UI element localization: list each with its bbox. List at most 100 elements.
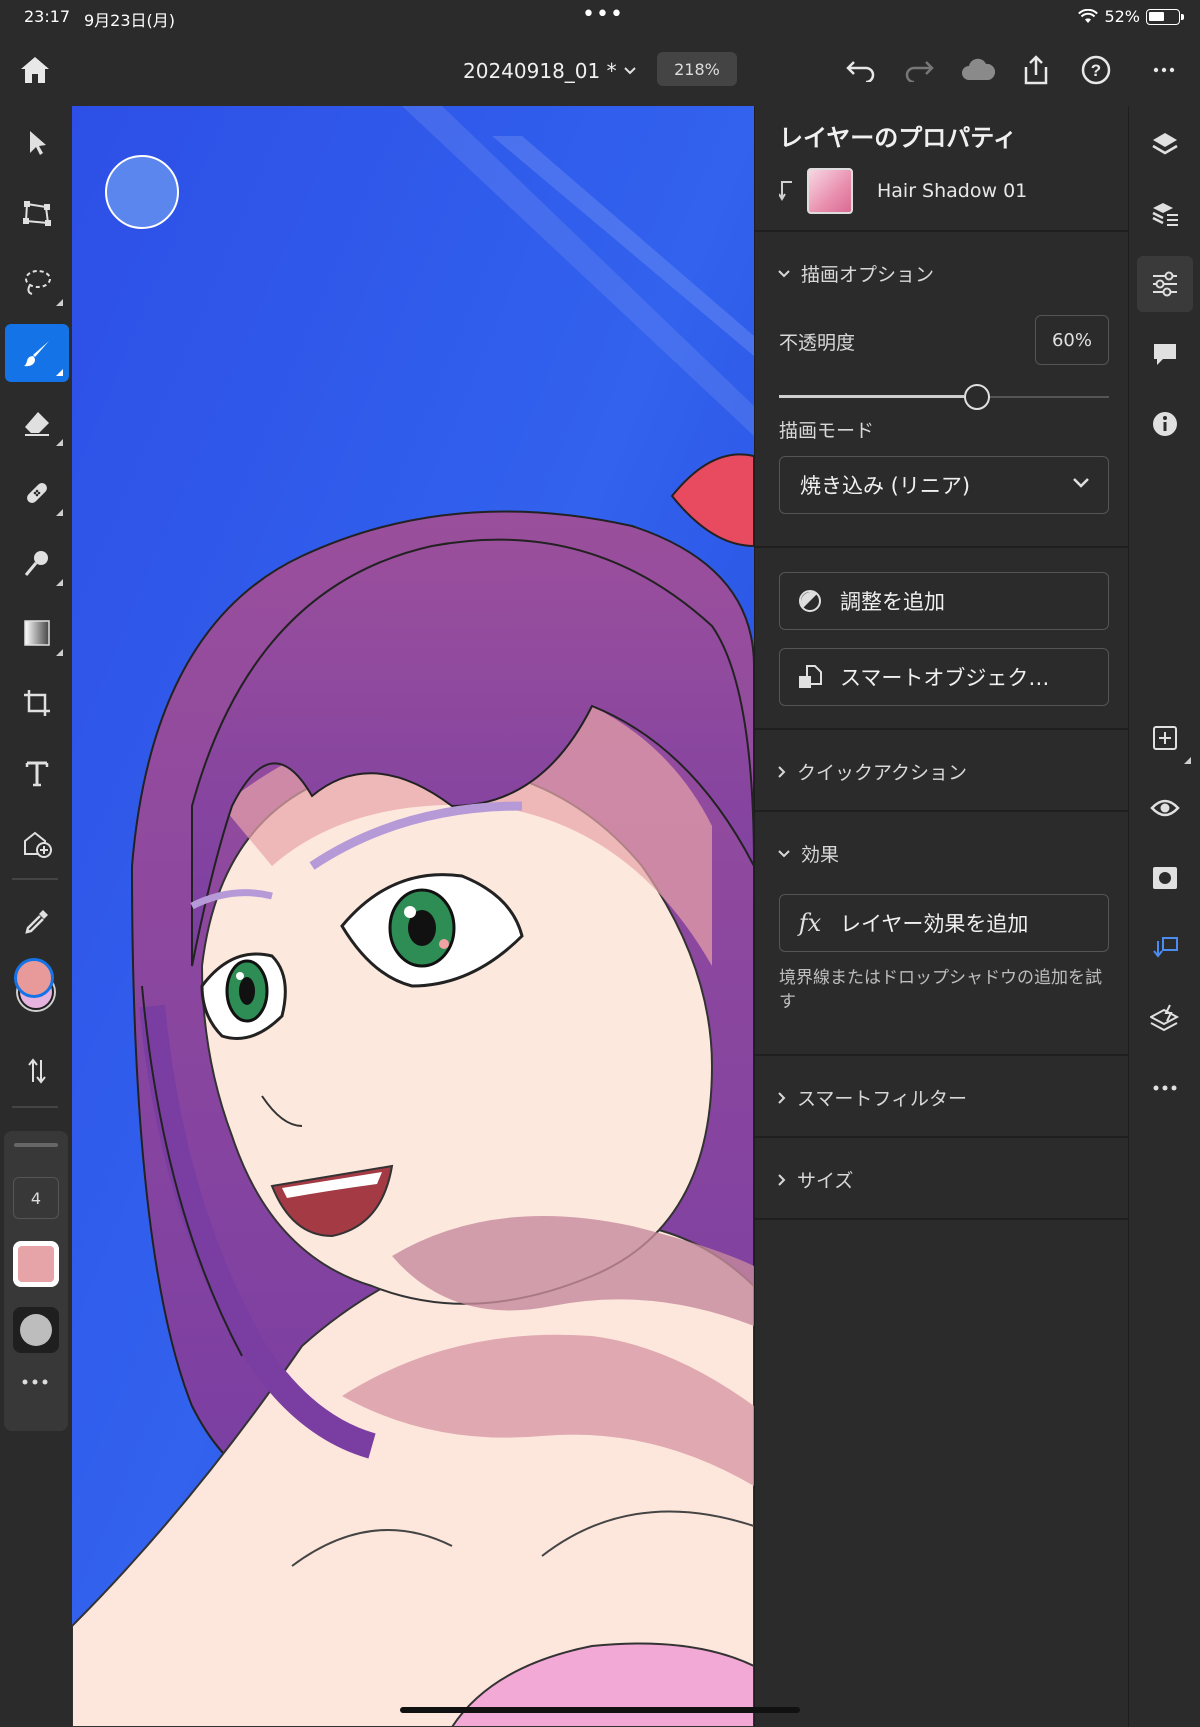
svg-text:?: ? xyxy=(1091,61,1101,80)
place-image-tool[interactable] xyxy=(5,814,69,872)
blend-mode-label: 描画モード xyxy=(779,420,875,442)
draw-options-label: 描画オプション xyxy=(801,264,935,286)
properties-button[interactable] xyxy=(1137,256,1193,312)
comment-icon xyxy=(1154,344,1176,365)
clipping-mask-icon xyxy=(1153,937,1178,958)
wifi-icon xyxy=(1078,8,1099,23)
adjustment-icon xyxy=(799,590,821,612)
slider-knob[interactable] xyxy=(964,384,990,410)
swap-colors-button[interactable] xyxy=(5,1042,69,1100)
mask-icon xyxy=(1153,867,1177,889)
opacity-label: 不透明度 xyxy=(779,332,856,354)
help-icon[interactable]: ? xyxy=(1076,50,1116,90)
zoom-level[interactable]: 218% xyxy=(657,52,737,86)
chevron-down-icon xyxy=(778,269,790,277)
foreground-color-swatch[interactable] xyxy=(14,958,54,998)
layer-lightning-icon xyxy=(1150,1004,1180,1032)
crop-tool[interactable] xyxy=(5,674,69,732)
document-title-text: 20240918_01 * xyxy=(463,59,617,83)
add-layer-effect-label: レイヤー効果を追加 xyxy=(840,912,1029,936)
cloud-icon[interactable] xyxy=(958,50,998,90)
quick-actions-header[interactable]: クイックアクション xyxy=(777,758,967,785)
effects-header[interactable]: 効果 xyxy=(777,840,839,867)
info-button[interactable] xyxy=(1137,396,1193,452)
info-icon xyxy=(1153,412,1177,436)
quick-export-button[interactable] xyxy=(1137,990,1193,1046)
smart-object-icon xyxy=(799,665,822,688)
redo-icon[interactable] xyxy=(899,50,939,90)
panel-divider xyxy=(755,230,1129,232)
panel-divider xyxy=(755,546,1129,548)
lasso-tool[interactable] xyxy=(5,254,69,312)
blend-mode-value: 焼き込み (リニア) xyxy=(800,474,971,498)
home-icon[interactable] xyxy=(15,50,55,90)
submenu-indicator xyxy=(56,299,63,306)
add-layer-icon xyxy=(1153,726,1177,750)
eraser-tool[interactable] xyxy=(5,394,69,452)
brush-more-icon[interactable] xyxy=(20,1371,50,1390)
gradient-tool[interactable] xyxy=(5,604,69,662)
opacity-input[interactable]: 60% xyxy=(1035,315,1109,365)
type-icon xyxy=(25,761,49,787)
toolbar-divider xyxy=(12,878,58,880)
smart-object-button[interactable]: スマートオブジェク… xyxy=(779,648,1109,706)
brush-size-value[interactable]: 4 xyxy=(13,1177,59,1219)
battery-percent: 52% xyxy=(1104,7,1140,26)
eyedropper-tool[interactable] xyxy=(5,892,69,950)
layers-icon xyxy=(1152,133,1178,155)
mask-button[interactable] xyxy=(1137,850,1193,906)
brush-options-panel: 4 xyxy=(4,1131,68,1431)
size-header[interactable]: サイズ xyxy=(777,1166,853,1193)
clip-arrow-icon xyxy=(779,181,792,201)
smart-object-label: スマートオブジェク… xyxy=(840,666,1050,690)
smart-filters-header[interactable]: スマートフィルター xyxy=(777,1084,967,1111)
layer-properties-panel: レイヤーのプロパティ Hair Shadow 01 描画オプション 不透明度 6… xyxy=(754,106,1129,1727)
more-icon[interactable] xyxy=(1144,50,1184,90)
chevron-right-icon xyxy=(778,1173,786,1186)
chevron-down-icon xyxy=(623,67,636,75)
add-layer-effect-button[interactable]: fx レイヤー効果を追加 xyxy=(779,894,1109,952)
home-indicator[interactable] xyxy=(400,1707,800,1713)
lasso-icon xyxy=(25,270,51,295)
effects-hint: 境界線またはドロップシャドウの追加を試す xyxy=(779,968,1102,1012)
select-tool[interactable] xyxy=(5,114,69,172)
canvas[interactable] xyxy=(72,106,754,1727)
visibility-button[interactable] xyxy=(1137,780,1193,836)
document-title[interactable]: 20240918_01 * xyxy=(463,59,637,83)
comments-button[interactable] xyxy=(1137,326,1193,382)
bandage-icon xyxy=(27,483,47,503)
submenu-indicator xyxy=(56,369,63,376)
multitasking-dots[interactable]: ••• xyxy=(582,2,624,27)
chevron-right-icon xyxy=(778,1091,786,1104)
undo-icon[interactable] xyxy=(841,50,881,90)
gradient-icon xyxy=(24,620,50,646)
share-icon[interactable] xyxy=(1016,50,1056,90)
size-label: サイズ xyxy=(797,1170,854,1192)
slider-fill xyxy=(779,395,964,398)
rail-more-button[interactable] xyxy=(1137,1060,1193,1116)
blend-mode-select[interactable]: 焼き込み (リニア) xyxy=(779,456,1109,514)
layer-row[interactable]: Hair Shadow 01 xyxy=(779,166,1109,216)
smudge-tool[interactable] xyxy=(5,534,69,592)
smart-filters-label: スマートフィルター xyxy=(797,1088,968,1110)
brush-hardness-button[interactable] xyxy=(13,1307,59,1353)
layer-list-button[interactable] xyxy=(1137,186,1193,242)
submenu-indicator xyxy=(56,439,63,446)
add-adjustment-button[interactable]: 調整を追加 xyxy=(779,572,1109,630)
type-tool[interactable] xyxy=(5,744,69,802)
draw-options-header[interactable]: 描画オプション xyxy=(777,260,934,287)
status-right: 52% xyxy=(1078,7,1184,26)
eyedropper-icon xyxy=(25,910,48,934)
clipping-mask-button[interactable] xyxy=(1137,920,1193,976)
panel-grip[interactable] xyxy=(14,1143,58,1147)
brush-color-button[interactable] xyxy=(13,1241,59,1287)
transform-tool[interactable] xyxy=(5,184,69,242)
layers-button[interactable] xyxy=(1137,116,1193,172)
brush-tool[interactable] xyxy=(5,324,69,382)
panel-title: レイヤーのプロパティ xyxy=(779,124,1017,152)
panel-divider xyxy=(755,1136,1129,1138)
healing-tool[interactable] xyxy=(5,464,69,522)
submenu-indicator xyxy=(56,649,63,656)
opacity-slider[interactable] xyxy=(779,382,1109,412)
add-layer-button[interactable] xyxy=(1137,710,1193,766)
